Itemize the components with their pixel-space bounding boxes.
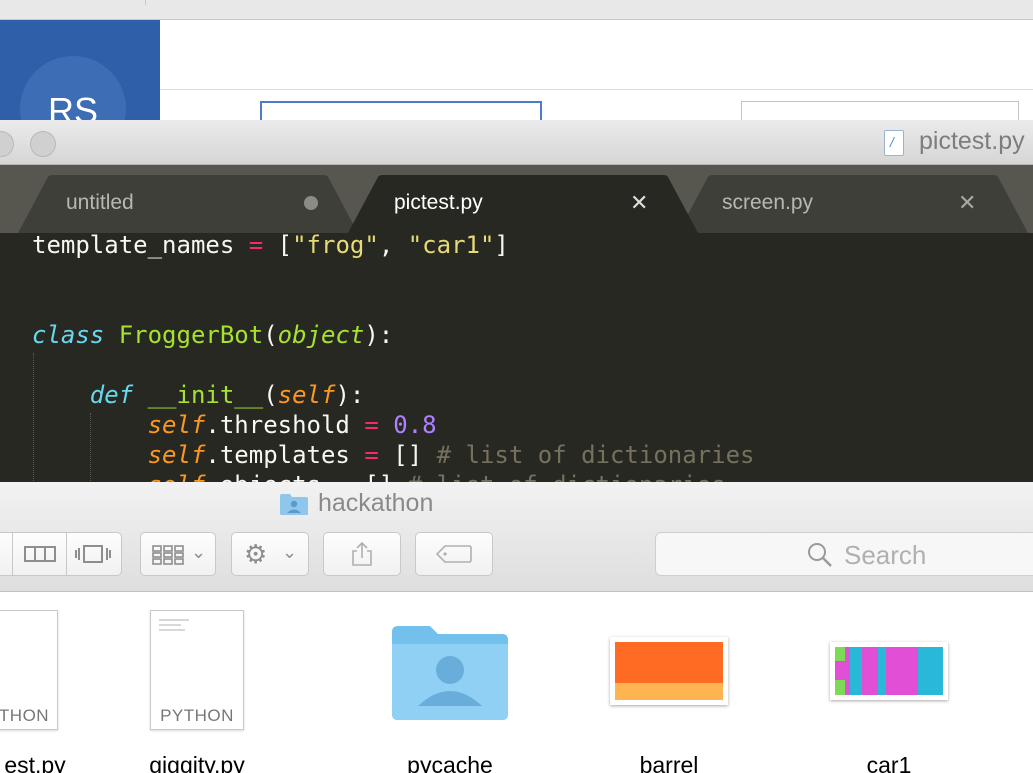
code-line-8: self.templates = [] # list of dictionari… [147,441,755,469]
code-line-7: self.threshold = 0.8 [147,411,437,439]
arrange-grid-icon [152,545,184,565]
barrel-thumbnail-icon [610,637,728,705]
code-token: object [277,321,365,349]
code-token: self [277,381,336,409]
file-type-badge: THON [0,706,50,725]
code-line-9: self.objects = [] # list of dictionaries [32,470,726,482]
unsaved-dot-icon[interactable] [304,196,318,210]
code-token: __init__ [147,381,264,409]
finder-window: hackathon ⌄ ⚙ ⌄ Search THON est.py PYTHO… [0,482,1033,773]
background-window: RS [0,0,1033,135]
thumbnail-swatch [835,647,845,661]
search-field[interactable]: Search [655,532,1033,576]
file-name-label: barrel [639,752,699,773]
file-name-label: pycache [407,752,493,773]
chevron-down-icon: ⌄ [282,542,298,562]
code-token: = [248,231,264,259]
code-token: self [147,441,206,469]
code-token: template_names [32,231,235,259]
finder-toolbar[interactable]: hackathon ⌄ ⚙ ⌄ Search [0,482,1033,592]
python-file-icon: PYTHON [150,610,244,730]
code-token: self [148,471,206,482]
car1-thumbnail-icon [830,642,948,700]
tab-bar: untitled screen.py ✕ pictest.py ✕ [0,165,1033,233]
folder-icon [392,626,508,720]
segment-divider [12,533,13,575]
coverflow-view-icon[interactable] [75,545,111,563]
file-name-label: giggity.py [149,752,245,773]
editor-window-title: pictest.py [919,127,1025,155]
python-file-icon: THON [0,610,58,730]
thumbnail-swatch [615,642,723,683]
code-line-4: class FroggerBot(object): [32,321,394,349]
code-token: FroggerBot [118,321,264,349]
thumbnail-swatch [615,683,723,700]
tab-pictest-py[interactable]: pictest.py ✕ [348,175,698,233]
background-divider [145,0,146,5]
background-sidebar: RS [0,20,160,125]
tag-icon [436,545,472,563]
thumbnail-swatch [918,647,943,695]
code-token: "car1" [407,231,495,259]
background-titlebar [0,0,1033,20]
editor-titlebar[interactable]: pictest.py [0,120,1033,165]
minimize-traffic-light[interactable] [0,131,14,157]
code-line-1: template_names = ["frog", "car1"] [32,231,509,259]
tab-untitled-label: untitled [66,191,134,214]
action-button[interactable]: ⚙ ⌄ [231,532,309,576]
code-token: 0.8 [393,411,437,439]
code-token: class [32,321,105,349]
view-mode-control [0,532,122,576]
arrange-button[interactable]: ⌄ [140,532,216,576]
share-icon [352,541,372,566]
tag-button[interactable] [415,532,493,576]
code-editor[interactable]: template_names = ["frog", "car1"] class … [0,231,1033,482]
code-token: = [335,471,349,482]
file-name-label: car1 [866,752,912,773]
code-token: self [147,411,206,439]
python-file-icon [884,130,904,156]
gear-icon: ⚙ [244,539,268,569]
column-view-icon[interactable] [24,546,56,562]
thumbnail-swatch [878,647,886,695]
code-token: = [364,441,379,469]
close-tab-icon[interactable]: ✕ [630,190,648,216]
share-button[interactable] [323,532,401,576]
segment-divider [66,533,67,575]
zoom-traffic-light[interactable] [30,131,56,157]
avatar[interactable]: RS [20,56,126,125]
code-token: = [364,411,379,439]
search-icon [808,543,832,567]
tab-untitled[interactable]: untitled [18,175,358,233]
tab-screen-py-label: screen.py [722,191,814,214]
file-preview-line [159,629,185,631]
file-preview-line [159,624,181,626]
search-placeholder: Search [844,540,927,570]
chevron-down-icon: ⌄ [191,542,207,562]
file-preview-line [159,619,189,621]
home-folder-icon [280,494,308,515]
code-token: # list of dictionaries [436,441,755,469]
code-token: "frog" [292,231,379,259]
file-type-badge: PYTHON [160,706,234,725]
thumbnail-swatch [835,680,845,695]
editor-window: pictest.py untitled screen.py ✕ pictest.… [0,120,1033,482]
background-divider-line [160,89,1033,90]
code-token: def [89,381,134,409]
finder-window-title: hackathon [318,489,434,517]
code-token: # list of dictionaries [408,471,726,482]
tab-screen-py[interactable]: screen.py ✕ [678,175,1028,233]
code-line-6: def __init__(self): [89,381,365,409]
thumbnail-swatch [850,647,862,695]
tab-pictest-py-label: pictest.py [394,191,483,214]
close-tab-icon[interactable]: ✕ [958,190,976,216]
